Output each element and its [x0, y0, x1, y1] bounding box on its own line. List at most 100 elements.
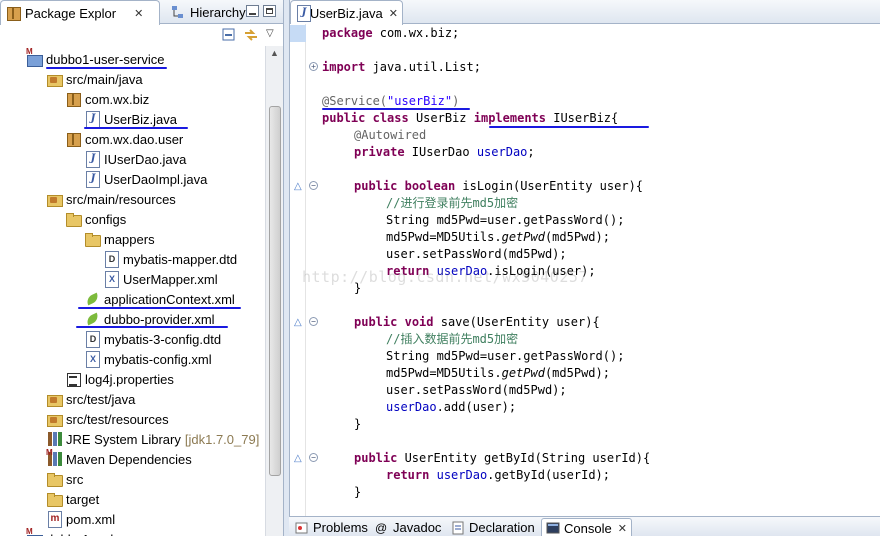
code-text: md5Pwd=MD5Utils.	[386, 230, 502, 244]
source-folder-icon	[46, 191, 63, 207]
code-text: ;	[527, 145, 535, 159]
tree-item-src-test-resources[interactable]: src/test/resources	[46, 409, 169, 429]
code-text: user.setPassWord(md5Pwd);	[386, 247, 567, 261]
code-line-24: }	[354, 416, 361, 433]
maximize-button[interactable]	[263, 5, 276, 17]
maven-project-icon	[26, 527, 43, 536]
editor-tabbar: UserBiz.java ✕	[290, 0, 880, 25]
source-folder-icon	[46, 71, 63, 87]
code-text: (md5Pwd);	[544, 230, 610, 244]
tree-item-src-test-java[interactable]: src/test/java	[46, 389, 135, 409]
tree-item-mappers[interactable]: mappers	[84, 229, 155, 249]
tree-item-label: pom.xml	[66, 511, 116, 527]
collapse-fold-icon[interactable]: −	[309, 317, 318, 326]
tree-item-src-main-java[interactable]: src/main/java	[46, 69, 143, 89]
code-line-8: private IUserDao userDao;	[354, 144, 535, 161]
code-text: }	[354, 485, 362, 499]
static-method: getPwd	[501, 366, 545, 380]
bottom-panel-tabbar: Problems @ Javadoc Declaration Console ✕	[289, 516, 880, 536]
tab-userbiz-java[interactable]: UserBiz.java ✕	[290, 0, 403, 25]
code-line-26: public UserEntity getById(String userId)…	[354, 450, 650, 467]
code-text: .getById(userId);	[487, 468, 610, 482]
tab-package-explorer[interactable]: Package Explor ✕	[0, 0, 160, 25]
tree-item-configs[interactable]: configs	[65, 209, 126, 229]
code-text: IUserDao	[404, 145, 477, 159]
code-text: String md5Pwd=user.getPassWord();	[386, 213, 625, 227]
explorer-vertical-scrollbar[interactable]: ▲	[265, 46, 283, 536]
tree-item-label: src/main/java	[66, 71, 143, 87]
watermark: http://blog.csdn.net/wx5040257	[302, 268, 588, 286]
tab-problems[interactable]: Problems	[291, 518, 372, 536]
tree-item-log4j[interactable]: log4j.properties	[65, 369, 174, 389]
tree-item-label: UserDaoImpl.java	[104, 171, 208, 187]
tree-item-label: dubbo-provider.xml	[104, 311, 215, 327]
code-line-11: //进行登录前先md5加密	[386, 195, 518, 212]
tree-item-pkg-dao[interactable]: com.wx.dao.user	[65, 129, 183, 149]
tree-item-src[interactable]: src	[46, 469, 83, 489]
tree-item-project[interactable]: dubbo1-user-service	[26, 47, 165, 69]
problems-icon	[295, 521, 309, 535]
tree-item-userbiz[interactable]: UserBiz.java	[84, 109, 177, 129]
scroll-up-arrow-icon[interactable]: ▲	[270, 48, 279, 58]
tree-item-target[interactable]: target	[46, 489, 99, 509]
tree-item-label: mappers	[104, 231, 155, 247]
code-text: .add(user);	[436, 400, 517, 414]
pom-file-icon	[46, 511, 62, 528]
tab-label: Declaration	[469, 520, 535, 535]
code-text: UserEntity getById(String userId){	[397, 451, 651, 465]
collapse-fold-icon[interactable]: −	[309, 453, 318, 462]
maven-library-icon	[46, 448, 62, 467]
close-icon[interactable]: ✕	[618, 522, 627, 535]
close-icon[interactable]: ✕	[389, 7, 398, 20]
tree-item-label: dubbo1-web	[46, 532, 118, 536]
annotation-underline	[76, 326, 228, 328]
field-name: userDao	[476, 145, 528, 159]
tab-hierarchy[interactable]: Hierarchy	[166, 0, 250, 24]
code-line-28: }	[354, 484, 361, 501]
tab-javadoc[interactable]: @ Javadoc	[371, 518, 445, 536]
tab-declaration[interactable]: Declaration	[447, 518, 539, 536]
tree-item-label: Maven Dependencies	[66, 451, 192, 467]
tree-item-maven-deps[interactable]: Maven Dependencies	[46, 448, 192, 469]
folder-icon	[84, 231, 101, 247]
package-icon	[65, 131, 81, 147]
minimize-button[interactable]	[246, 5, 259, 17]
tree-item-pkg-biz[interactable]: com.wx.biz	[65, 89, 149, 109]
tab-console[interactable]: Console ✕	[541, 518, 632, 536]
link-with-editor-icon[interactable]	[244, 28, 258, 42]
string-literal: "userBiz"	[387, 94, 453, 108]
annotation-underline	[489, 126, 649, 128]
tab-label: Problems	[313, 520, 368, 535]
tree-item-iuserdao[interactable]: IUserDao.java	[84, 149, 186, 169]
tree-item-userdaoimpl[interactable]: UserDaoImpl.java	[84, 169, 207, 189]
jre-version-decoration: [jdk1.7.0_79]	[184, 431, 260, 447]
keyword: public	[354, 179, 398, 193]
code-text: java.util.List;	[365, 60, 481, 74]
code-text: }	[354, 417, 362, 431]
view-menu-icon[interactable]: ▽	[266, 28, 280, 42]
code-line-6: public class UserBiz implements IUserBiz…	[322, 110, 618, 127]
collapse-all-icon[interactable]	[222, 28, 236, 42]
tree-item-src-main-resources[interactable]: src/main/resources	[46, 189, 176, 209]
tree-item-mybatis3-dtd[interactable]: mybatis-3-config.dtd	[84, 329, 221, 349]
tree-item-pom[interactable]: pom.xml	[46, 509, 115, 529]
tree-item-usermapper-xml[interactable]: UserMapper.xml	[103, 269, 218, 289]
tree-item-next-project[interactable]: dubbo1-web	[26, 527, 118, 536]
xml-file-icon	[103, 271, 119, 288]
keyword: public	[354, 315, 398, 329]
tree-item-jre[interactable]: JRE System Library [jdk1.7.0_79]	[46, 429, 259, 449]
scrollbar-thumb[interactable]	[269, 106, 281, 476]
tree-item-mybatis-mapper-dtd[interactable]: mybatis-mapper.dtd	[103, 249, 237, 269]
code-line-19: //插入数据前先md5加密	[386, 331, 518, 348]
tree-item-label: src/test/resources	[66, 411, 169, 427]
close-icon[interactable]: ✕	[134, 7, 143, 20]
javadoc-at-icon: @	[375, 520, 388, 535]
override-marker-icon: △	[294, 181, 302, 192]
folder-icon	[46, 491, 63, 507]
tree-item-label: src	[66, 471, 84, 487]
collapse-fold-icon[interactable]: −	[309, 181, 318, 190]
expand-fold-icon[interactable]: +	[309, 62, 318, 71]
tree-item-application-context[interactable]: applicationContext.xml	[84, 289, 235, 309]
tree-item-mybatis-config[interactable]: mybatis-config.xml	[84, 349, 212, 369]
keyword: public	[322, 111, 366, 125]
